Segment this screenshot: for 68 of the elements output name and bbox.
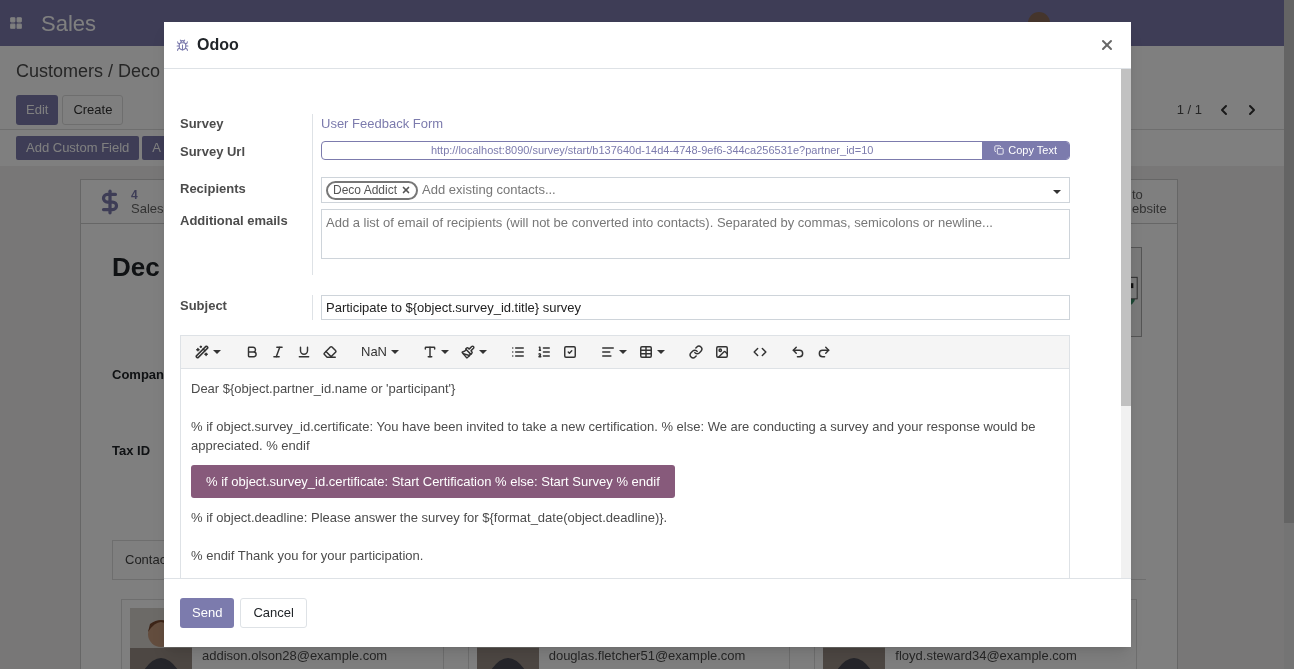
url-text: http://localhost:8090/survey/start/b137640d-14d4-4748-9ef6-344ca256531e?partner_id=10	[429, 142, 875, 158]
recipients-field[interactable]: Deco Addict Add existing contacts...	[321, 177, 1070, 203]
body-paragraph: % endif Thank you for your participation.	[191, 547, 425, 565]
breadcrumb: Customers / Deco	[16, 61, 161, 81]
paintbrush-icon	[461, 344, 475, 359]
remove-icon[interactable]	[401, 185, 412, 195]
scrollbar[interactable]	[1121, 69, 1131, 578]
checkbox-icon	[563, 344, 577, 359]
redo-icon	[817, 344, 831, 359]
bold-icon	[245, 344, 259, 359]
contact-email: addison.olson28@example.com	[202, 647, 388, 665]
italic-icon	[271, 344, 285, 359]
copy-icon	[994, 145, 1005, 155]
align-left-icon	[601, 344, 615, 359]
field-label: Tax ID	[112, 441, 151, 460]
edit-button[interactable]: Edit	[16, 95, 59, 125]
body-paragraph: % if object.deadline: Please answer the survey for ${format_date(object.deadline)}.	[191, 509, 669, 527]
undo-icon	[791, 344, 805, 359]
field-label: Subject	[180, 297, 227, 313]
caret-icon	[213, 349, 221, 354]
body-paragraph: Dear ${object.partner_id.name or 'participant'}	[191, 379, 457, 398]
studio-button[interactable]: Add Custom Field	[16, 136, 140, 160]
send-button[interactable]: Send	[180, 598, 235, 628]
stat-label: Sales	[131, 201, 164, 216]
caret-icon	[391, 349, 399, 354]
letter-icon	[423, 344, 437, 359]
create-button[interactable]: Create	[62, 95, 124, 125]
page-scrollbar[interactable]	[1284, 0, 1294, 669]
link-icon	[689, 344, 703, 359]
field-label: Survey	[180, 116, 224, 131]
caret-icon	[619, 349, 627, 354]
close-button[interactable]	[1099, 37, 1115, 53]
caret-icon	[441, 349, 449, 354]
bug-icon	[176, 38, 189, 52]
subject-field[interactable]: Participate to ${object.survey_id.title} survey	[321, 294, 1070, 320]
survey-link[interactable]: User Feedback Form	[321, 116, 444, 131]
stat-value: 4	[131, 187, 139, 202]
underline-icon	[297, 344, 311, 359]
numbered-list-icon	[537, 344, 551, 359]
copy-text-button[interactable]: Copy Text	[982, 141, 1069, 159]
image-icon	[715, 344, 729, 359]
field-label: Recipients	[180, 181, 246, 196]
apps-icon[interactable]	[9, 16, 23, 30]
placeholder-text: Add existing contacts...	[422, 181, 556, 200]
eraser-icon	[323, 344, 337, 359]
survey-button[interactable]: % if object.survey_id.certificate: Start Certification % else: Start Survey % endif	[191, 464, 675, 498]
cancel-button[interactable]: Cancel	[240, 598, 307, 628]
field-label: Compan	[112, 366, 164, 384]
magic-wand-icon	[195, 344, 209, 359]
pager: 1 / 1	[1176, 101, 1202, 120]
stat-value: to	[1132, 187, 1144, 202]
contact-email: douglas.fletcher51@example.com	[548, 647, 746, 665]
caret-icon	[1053, 190, 1061, 195]
recipient-tag: Deco Addict	[326, 180, 419, 200]
emails-field[interactable]: Add a list of email of recipients (will not be converted into contacts). Separated by commas, semicolons or newline...	[321, 209, 1070, 259]
body-paragraph: % if object.survey_id.certificate: You have been invited to take a new certification. % else: We are conducting a survey and your response would be appreciated. % endif	[191, 417, 1037, 455]
caret-icon	[657, 349, 665, 354]
bullet-list-icon	[511, 344, 525, 359]
caret-icon	[479, 349, 487, 354]
record-title: Dec	[112, 251, 161, 284]
field-label: Additional emails	[180, 213, 288, 228]
table-icon	[639, 344, 653, 359]
app-name: Sales	[41, 9, 97, 38]
field-label: Survey Url	[180, 143, 246, 159]
stat-label: ebsite	[1132, 201, 1167, 216]
contact-email: floyd.steward34@example.com	[895, 647, 1077, 665]
toolbar-button[interactable]: NaN	[355, 339, 405, 364]
dialog-title: Odoo	[197, 35, 239, 55]
